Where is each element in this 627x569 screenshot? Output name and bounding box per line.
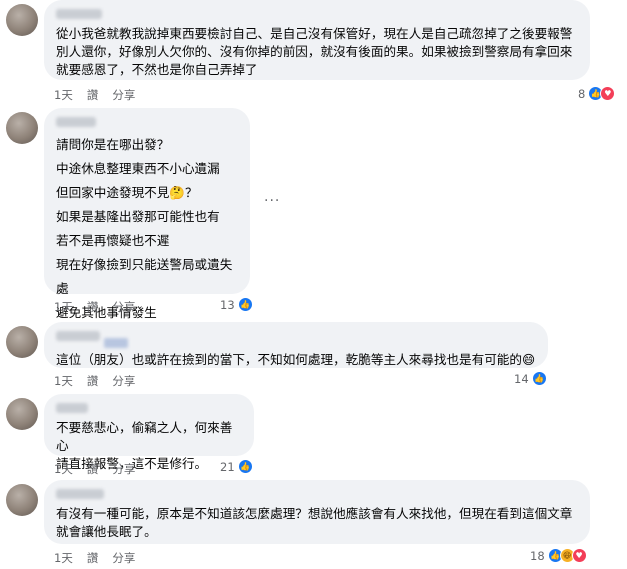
reaction-summary[interactable]: 14 👍 (514, 371, 547, 386)
like-button[interactable]: 讚 (87, 550, 99, 566)
share-button[interactable]: 分享 (112, 373, 135, 389)
comment-text: 有沒有一種可能，原本是不知道該怎麼處理？想說他應該會有人來找他，但現在看到這個文… (56, 506, 573, 539)
like-button[interactable]: 讚 (87, 461, 99, 477)
like-icon: 👍 (237, 459, 253, 474)
reaction-summary[interactable]: 18 👍 😆 ♥ (530, 548, 587, 563)
like-button[interactable]: 讚 (87, 87, 99, 103)
comment-bubble: 從小我爸就教我說掉東西要檢討自己、是自己沒有保管好，現在人是自己疏忽掉了之後要報… (44, 0, 590, 80)
share-button[interactable]: 分享 (112, 87, 135, 103)
avatar[interactable] (6, 484, 38, 516)
comment-line: 中途休息整理東西不小心遺漏 (56, 161, 220, 176)
comment-bubble: 這位（朋友）也或許在撿到的當下，不知如何處理，乾脆等主人來尋找也是有可能的😄 (44, 322, 548, 368)
comment-actions: 1天 讚 分享 (54, 550, 135, 566)
author-name-blurred[interactable] (56, 117, 96, 127)
comment-actions: 1天 讚 分享 (54, 299, 135, 315)
comment-bubble: 有沒有一種可能，原本是不知道該怎麼處理？想說他應該會有人來找他，但現在看到這個文… (44, 480, 590, 544)
comment-line: 如果是基隆出發那可能性也有 (56, 209, 220, 224)
reaction-summary[interactable]: 21 👍 (220, 459, 253, 474)
reaction-count: 14 (514, 371, 529, 386)
timestamp[interactable]: 1天 (54, 373, 73, 389)
like-icon: 👍 (237, 297, 253, 312)
like-icon: 👍 (531, 371, 547, 386)
timestamp[interactable]: 1天 (54, 87, 73, 103)
author-name-blurred[interactable] (56, 9, 102, 19)
timestamp[interactable]: 1天 (54, 550, 73, 566)
reaction-count: 13 (220, 297, 235, 312)
author-badge (104, 337, 128, 348)
comment-line: 但回家中途發現不見🤔？ (56, 185, 198, 200)
avatar[interactable] (6, 112, 38, 144)
avatar[interactable] (6, 398, 38, 430)
like-button[interactable]: 讚 (87, 299, 99, 315)
love-icon: ♥ (600, 86, 616, 101)
author-name-blurred[interactable] (56, 331, 100, 341)
timestamp[interactable]: 1天 (54, 461, 73, 477)
love-icon: ♥ (571, 548, 587, 563)
reaction-count: 8 (578, 86, 586, 101)
comment-actions: 1天 讚 分享 (54, 373, 135, 389)
reaction-count: 18 (530, 548, 545, 563)
timestamp[interactable]: 1天 (54, 299, 73, 315)
avatar[interactable] (6, 326, 38, 358)
comment-actions: 1天 讚 分享 (54, 87, 135, 103)
share-button[interactable]: 分享 (112, 299, 135, 315)
author-name-blurred[interactable] (56, 489, 104, 499)
comment-line: 若不是再懷疑也不遲 (56, 233, 170, 248)
reaction-count: 21 (220, 459, 235, 474)
avatar[interactable] (6, 4, 38, 36)
comment-text: 從小我爸就教我說掉東西要檢討自己、是自己沒有保管好，現在人是自己疏忽掉了之後要報… (56, 26, 573, 77)
comment-line: 現在好像撿到只能送警局或遺失處 (56, 257, 233, 296)
comment-bubble: 不要慈悲心，偷竊之人，何來善心 請直接報警，這不是修行。 (44, 394, 254, 471)
like-button[interactable]: 讚 (87, 373, 99, 389)
reaction-summary[interactable]: 13 👍 (220, 297, 253, 312)
more-options-icon[interactable]: ··· (264, 193, 280, 209)
comment-line: 請問你是在哪出發？ (56, 137, 170, 152)
share-button[interactable]: 分享 (112, 461, 135, 477)
reaction-summary[interactable]: 8 👍 ♥ (578, 86, 616, 101)
comment-actions: 1天 讚 分享 (54, 461, 135, 477)
share-button[interactable]: 分享 (112, 550, 135, 566)
author-name-blurred[interactable] (56, 403, 88, 413)
comment-text: 這位（朋友）也或許在撿到的當下，不知如何處理，乾脆等主人來尋找也是有可能的😄 (56, 352, 536, 367)
comment-bubble: 請問你是在哪出發？ 中途休息整理東西不小心遺漏 但回家中途發現不見🤔？ 如果是基… (44, 108, 250, 320)
